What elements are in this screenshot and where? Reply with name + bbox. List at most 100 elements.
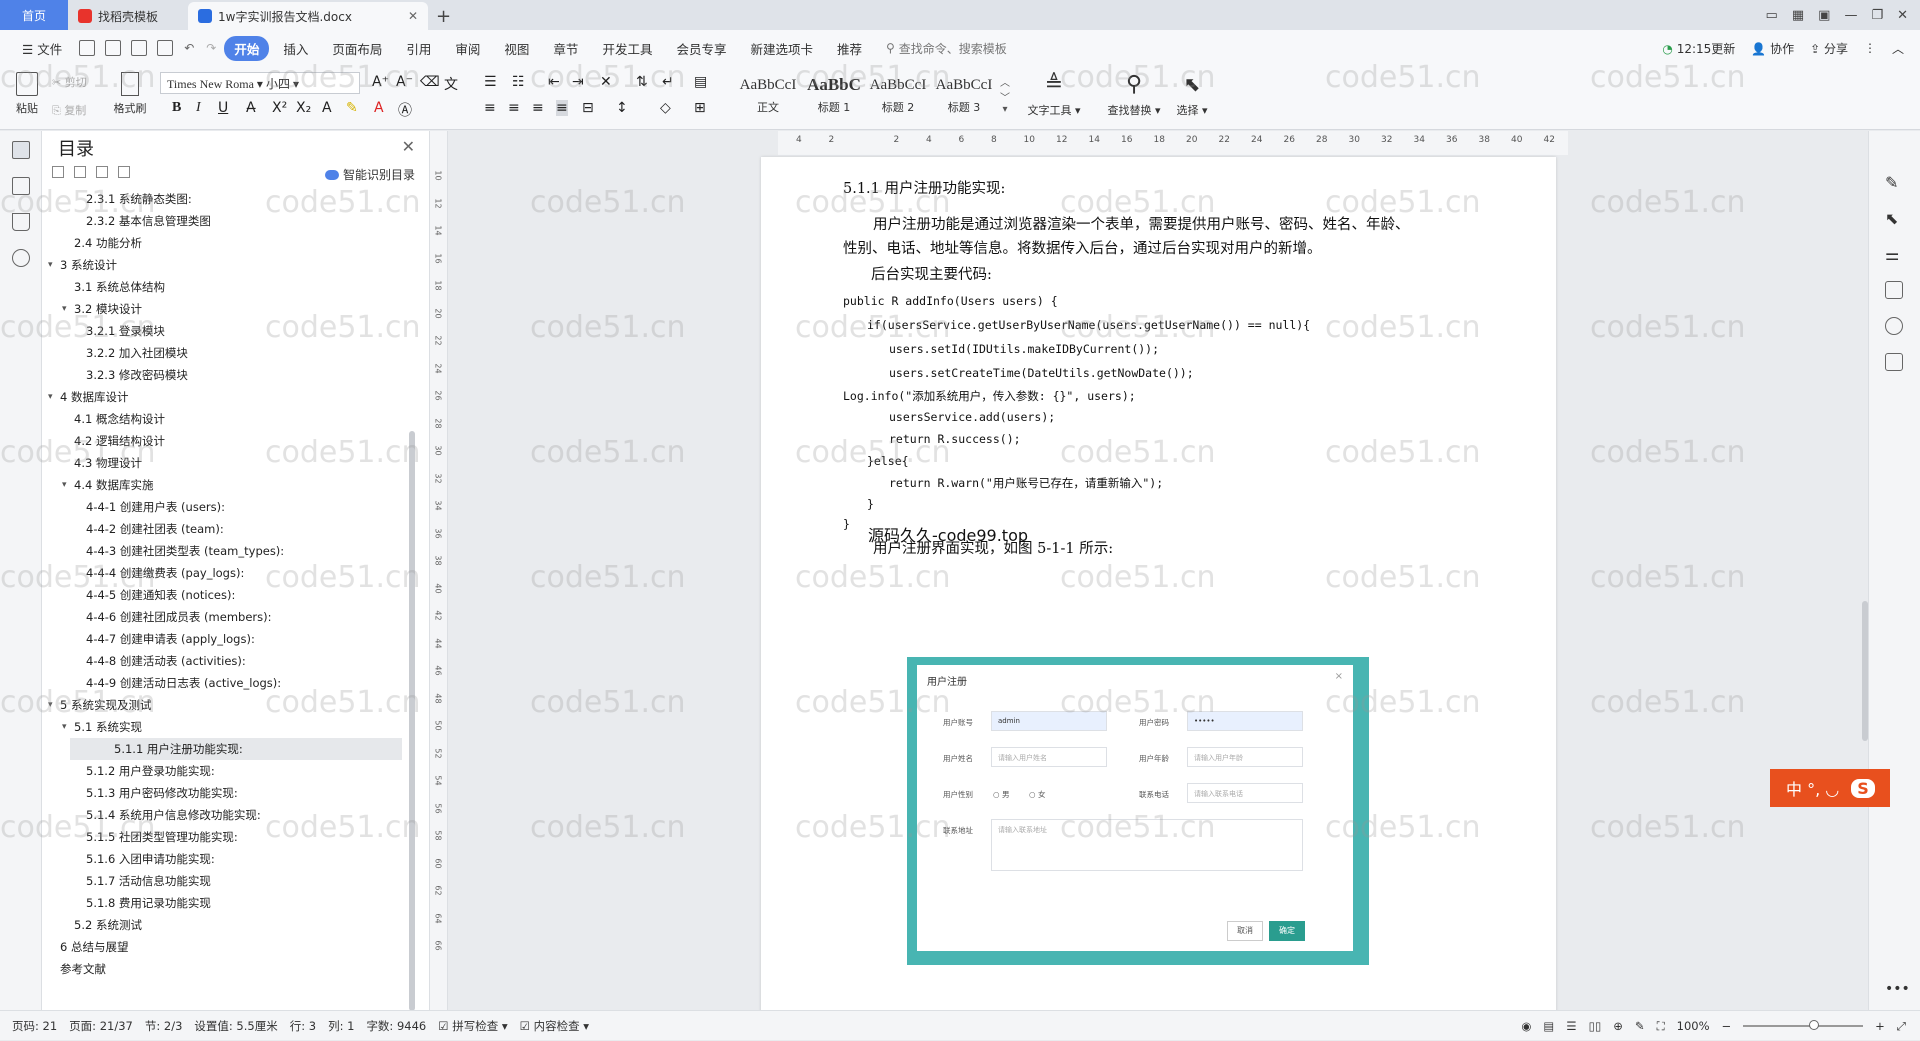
close-tab-icon[interactable]: ✕: [408, 9, 418, 23]
menu-insert[interactable]: 插入: [273, 36, 318, 61]
chinese-layout-icon[interactable]: ✕: [600, 74, 612, 90]
sort-icon[interactable]: ⇅: [636, 74, 648, 90]
toc-item[interactable]: 4-4-1 创建用户表 (users):: [42, 496, 402, 518]
bookmark-icon[interactable]: [12, 213, 30, 231]
collab-button[interactable]: 👤 协作: [1751, 40, 1794, 57]
outline-view-icon[interactable]: ☰: [1566, 1019, 1576, 1033]
toc-item[interactable]: 5.1.4 系统用户信息修改功能实现:: [42, 804, 402, 826]
expand-up-icon[interactable]: [74, 166, 86, 178]
menu-layout[interactable]: 页面布局: [322, 36, 392, 61]
toc-item[interactable]: 2.3.1 系统静态类图:: [42, 188, 402, 210]
strikethrough-icon[interactable]: A̶: [246, 100, 256, 116]
indent-icon[interactable]: ⇥: [572, 74, 584, 90]
toc-item[interactable]: ▾ 5 系统实现及测试: [42, 694, 402, 716]
toc-item[interactable]: 4-4-2 创建社团表 (team):: [42, 518, 402, 540]
page-view-icon[interactable]: ▤: [1543, 1019, 1554, 1033]
nav-panel-icon[interactable]: [12, 177, 30, 195]
toc-item[interactable]: ▾ 4 数据库设计: [42, 386, 402, 408]
collapse-icon[interactable]: ︿: [1892, 40, 1904, 57]
zoom-out-icon[interactable]: −: [1722, 1019, 1732, 1033]
more-icon[interactable]: ⋮: [1864, 41, 1876, 55]
show-marks-icon[interactable]: ↵: [662, 74, 674, 90]
toc-item[interactable]: 4-4-9 创建活动日志表 (active_logs):: [42, 672, 402, 694]
toc-item[interactable]: 3.2.2 加入社团模块: [42, 342, 402, 364]
toc-expand-icon[interactable]: ▾: [62, 298, 67, 320]
align-right-icon[interactable]: ≡: [532, 100, 544, 116]
menu-new-tab[interactable]: 新建选项卡: [740, 36, 823, 61]
ime-indicator[interactable]: 中 °, ◡ S: [1770, 769, 1890, 807]
menu-file[interactable]: ☰ 文件: [12, 36, 72, 61]
numbered-list-icon[interactable]: ☷: [512, 74, 525, 90]
toc-item[interactable]: ▾ 3 系统设计: [42, 254, 402, 276]
toc-panel-icon[interactable]: [12, 141, 30, 159]
menu-references[interactable]: 引用: [396, 36, 441, 61]
select-button[interactable]: ⬉ 选择 ▾: [1172, 72, 1212, 118]
toc-scrollbar[interactable]: [409, 431, 415, 1011]
toc-item[interactable]: 6 总结与展望: [42, 936, 402, 958]
style-normal[interactable]: AaBbCcI 正文: [736, 71, 800, 123]
menu-view[interactable]: 视图: [494, 36, 539, 61]
undo-icon[interactable]: ↶: [184, 41, 194, 55]
toc-item[interactable]: 2.3.2 基本信息管理类图: [42, 210, 402, 232]
fullscreen-icon[interactable]: ⤢: [1897, 1019, 1906, 1034]
zoom-level[interactable]: 100%: [1677, 1019, 1710, 1033]
toc-item[interactable]: 4-4-5 创建通知表 (notices):: [42, 584, 402, 606]
write-view-icon[interactable]: ✎: [1635, 1019, 1645, 1033]
preview-icon[interactable]: [157, 40, 174, 56]
shading-icon[interactable]: ◇: [660, 100, 671, 116]
status-pages[interactable]: 页面: 21/37: [69, 1018, 133, 1034]
pointer-icon[interactable]: ⬉: [1885, 209, 1903, 228]
toc-item[interactable]: 3.2.1 登录模块: [42, 320, 402, 342]
save-icon[interactable]: [79, 40, 96, 56]
style-heading-2[interactable]: AaBbCcI 标题 2: [866, 71, 930, 123]
paste-button[interactable]: 粘贴: [12, 72, 42, 116]
toc-item[interactable]: 4.1 概念结构设计: [42, 408, 402, 430]
maximize-icon[interactable]: ❐: [1871, 8, 1883, 23]
document-page[interactable]: 5.1.1 用户注册功能实现: 用户注册功能是通过浏览器渲染一个表单，需要提供用…: [761, 157, 1556, 1010]
format-painter-button[interactable]: 格式刷: [110, 72, 150, 116]
toc-expand-icon[interactable]: ▾: [48, 254, 53, 276]
cut-button[interactable]: ✂ 剪切: [52, 74, 87, 90]
align-center-icon[interactable]: ≡: [508, 100, 520, 116]
toc-item[interactable]: 3.1 系统总体结构: [42, 276, 402, 298]
toc-item[interactable]: 4-4-7 创建申请表 (apply_logs):: [42, 628, 402, 650]
grow-font-icon[interactable]: A⁺: [372, 74, 389, 90]
grid-icon[interactable]: ▦: [1792, 8, 1804, 23]
status-words[interactable]: 字数: 9446: [366, 1018, 426, 1034]
toc-item[interactable]: ▾ 4.4 数据库实施: [42, 474, 402, 496]
tab-template[interactable]: 找稻壳模板: [68, 2, 188, 30]
find-replace-button[interactable]: ⚲ 查找替换 ▾: [1104, 72, 1164, 118]
outdent-icon[interactable]: ⇤: [548, 74, 560, 90]
line-spacing-icon[interactable]: ↕: [616, 100, 628, 116]
toc-item[interactable]: 5.1.2 用户登录功能实现:: [42, 760, 402, 782]
web-view-icon[interactable]: ⊕: [1613, 1019, 1623, 1033]
menu-review[interactable]: 审阅: [445, 36, 490, 61]
book-icon[interactable]: [1885, 353, 1903, 371]
shrink-font-icon[interactable]: A⁻: [396, 74, 413, 90]
remove-heading-icon[interactable]: [118, 166, 130, 178]
layout-icon[interactable]: ▭: [1766, 8, 1778, 23]
minimize-icon[interactable]: —: [1844, 8, 1857, 23]
menu-section[interactable]: 章节: [543, 36, 588, 61]
font-name-select[interactable]: Times New Roma ▾ 小四 ▾: [160, 72, 360, 94]
highlight-icon[interactable]: ✎: [346, 100, 358, 116]
close-toc-icon[interactable]: ✕: [402, 137, 415, 156]
pen-icon[interactable]: ✎: [1885, 173, 1903, 192]
zoom-slider[interactable]: [1743, 1020, 1864, 1030]
borders-icon[interactable]: ⊞: [694, 100, 706, 116]
toc-item[interactable]: 4.2 逻辑结构设计: [42, 430, 402, 452]
close-window-icon[interactable]: ✕: [1897, 8, 1908, 23]
bold-icon[interactable]: B: [172, 100, 181, 116]
status-setting[interactable]: 设置值: 5.5厘米: [194, 1018, 277, 1034]
italic-icon[interactable]: I: [196, 100, 201, 116]
status-section[interactable]: 节: 2/3: [145, 1018, 183, 1034]
toc-item[interactable]: 4-4-3 创建社团类型表 (team_types):: [42, 540, 402, 562]
image-icon[interactable]: [1885, 281, 1903, 299]
export-icon[interactable]: [105, 40, 122, 56]
subscript-icon[interactable]: X₂: [296, 100, 311, 116]
avatar[interactable]: ▣: [1818, 8, 1830, 23]
toc-item[interactable]: ▾ 5.1 系统实现: [42, 716, 402, 738]
zoom-in-icon[interactable]: +: [1875, 1019, 1885, 1033]
distribute-icon[interactable]: ⊟: [582, 100, 594, 116]
toc-item[interactable]: 5.1.3 用户密码修改功能实现:: [42, 782, 402, 804]
